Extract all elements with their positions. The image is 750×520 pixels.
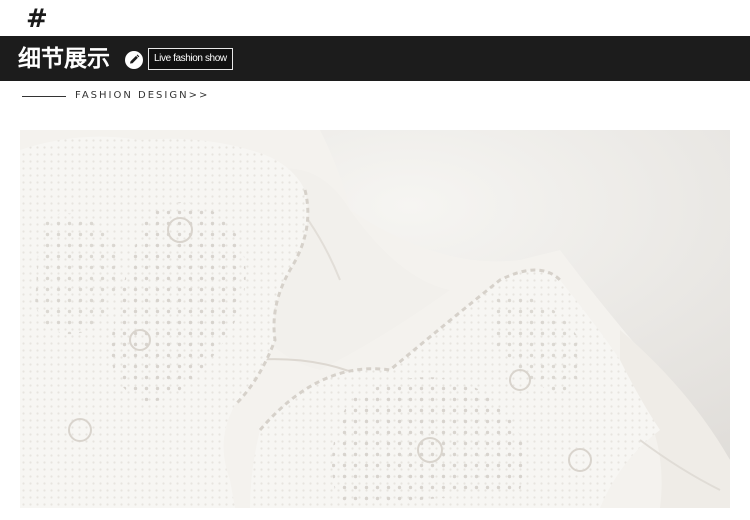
live-fashion-show-tag: Live fashion show [148,48,233,70]
section-title: 细节展示 [18,46,110,72]
product-detail-photo [20,130,730,508]
section-banner: 细节展示 Live fashion show [0,36,750,81]
fashion-design-label: FASHION DESIGN>> [75,90,210,101]
blouse-collar-illustration [20,130,730,508]
pencil-icon [125,51,143,69]
hash-symbol: # [26,4,48,34]
fashion-design-divider [22,96,66,97]
